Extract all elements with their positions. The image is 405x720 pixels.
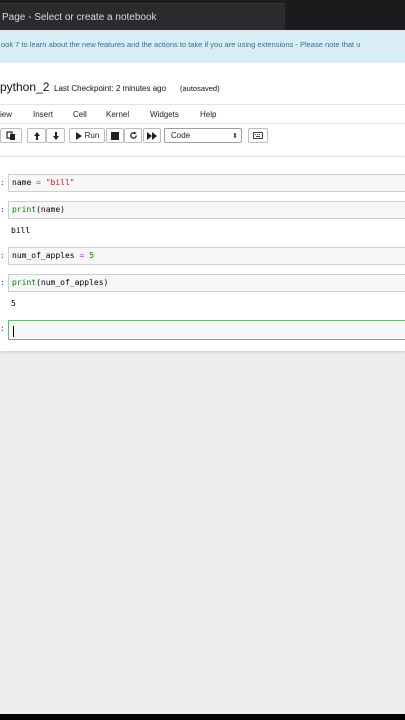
cell-type-value: Code (171, 131, 191, 140)
move-up-button[interactable] (27, 128, 46, 143)
code-token: num_of_apples (12, 251, 75, 260)
cell-code: name = "bill" (12, 178, 75, 187)
code-cell[interactable]: : print(name) bill (0, 201, 405, 241)
arrow-down-icon (52, 131, 59, 140)
code-token: print (12, 205, 37, 214)
copy-button[interactable] (0, 128, 22, 143)
text-cursor (13, 326, 14, 337)
code-cell[interactable]: : num_of_apples = 5 (0, 247, 405, 269)
cell-code: num_of_apples = 5 (12, 251, 94, 260)
active-cell-border[interactable] (8, 320, 405, 340)
notification-banner: ook 7 to learn about the new features an… (0, 30, 405, 62)
cell-prompt: : (0, 278, 5, 287)
stop-icon (111, 131, 119, 140)
autosave-status: (autosaved) (180, 84, 220, 93)
cell-input[interactable]: name = "bill" (8, 174, 405, 192)
fast-forward-icon (147, 131, 157, 140)
cell-output: 5 (11, 299, 16, 308)
restart-kernel-button[interactable] (124, 128, 142, 143)
code-token: = (74, 251, 90, 260)
interrupt-kernel-button[interactable] (106, 128, 124, 143)
code-token: "bill" (45, 178, 75, 187)
move-down-button[interactable] (46, 128, 65, 143)
select-caret-icon: ⬍ (232, 133, 238, 140)
menu-bar: iew Insert Cell Kernel Widgets Help (0, 104, 405, 124)
menu-view[interactable]: iew (0, 110, 12, 119)
notebook-toolbar: Run Code ⬍ (0, 126, 405, 148)
notebook-viewport: ook 7 to learn about the new features an… (0, 30, 405, 714)
cell-code: print(num_of_apples) (12, 278, 108, 287)
arrow-up-icon (33, 131, 40, 140)
cell-prompt: : (0, 251, 5, 260)
notebook-page: : name = "bill" : print(name) bill : num… (0, 156, 405, 351)
command-palette-button[interactable] (248, 128, 268, 143)
code-cell[interactable]: : print(num_of_apples) 5 (0, 274, 405, 314)
menu-insert[interactable]: Insert (33, 110, 53, 119)
code-token: (num_of_apples) (36, 278, 109, 287)
browser-tab-title: Page - Select or create a notebook (2, 12, 157, 23)
cell-prompt: : (0, 178, 5, 187)
browser-tab[interactable]: Page - Select or create a notebook (0, 3, 285, 30)
cell-input[interactable] (10, 322, 405, 338)
code-token: print (12, 278, 37, 287)
play-icon (75, 131, 82, 140)
cell-prompt: : (0, 324, 5, 333)
code-token: = (31, 178, 46, 187)
active-code-cell[interactable]: : (0, 320, 405, 344)
copy-icon (6, 130, 15, 140)
keyboard-icon (253, 132, 263, 139)
browser-top-bar: Page - Select or create a notebook (0, 0, 405, 30)
run-label: Run (84, 131, 100, 140)
cell-input[interactable]: print(name) (8, 201, 405, 219)
code-token: name (12, 178, 32, 187)
menu-cell[interactable]: Cell (73, 110, 87, 119)
bottom-edge (0, 714, 405, 720)
cell-prompt: : (0, 205, 5, 214)
code-token: 5 (89, 251, 94, 260)
cell-output: bill (11, 226, 31, 235)
cell-input[interactable]: num_of_apples = 5 (8, 247, 405, 265)
cell-type-select[interactable]: Code ⬍ (164, 128, 242, 143)
banner-text: ook 7 to learn about the new features an… (1, 40, 361, 49)
code-cell[interactable]: : name = "bill" (0, 174, 405, 196)
restart-run-all-button[interactable] (143, 128, 161, 143)
menu-widgets[interactable]: Widgets (150, 110, 179, 119)
notebook-name[interactable]: python_2 (0, 80, 49, 94)
run-button[interactable]: Run (69, 128, 105, 143)
code-token: (name) (36, 205, 65, 214)
cell-code: print(name) (12, 205, 65, 214)
restart-icon (129, 131, 137, 139)
last-checkpoint: Last Checkpoint: 2 minutes ago (54, 84, 167, 93)
menu-help[interactable]: Help (200, 110, 216, 119)
cell-input[interactable]: print(num_of_apples) (8, 274, 405, 292)
menu-kernel[interactable]: Kernel (106, 110, 129, 119)
